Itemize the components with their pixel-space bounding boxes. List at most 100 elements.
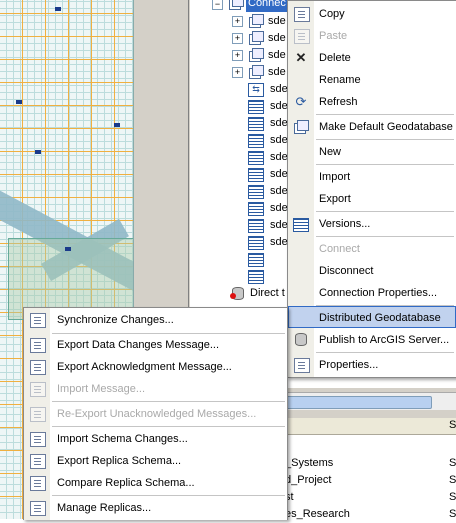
manage-replicas-icon bbox=[30, 501, 46, 516]
delete-icon: ✕ bbox=[295, 50, 307, 65]
tree-item-label: sde bbox=[270, 117, 288, 129]
menu-item-reexport-unacknowledged[interactable]: Re-Export Unacknowledged Messages... bbox=[24, 403, 287, 425]
publish-server-icon bbox=[293, 332, 307, 346]
horizontal-scrollbar[interactable] bbox=[285, 392, 456, 410]
menu-item-properties[interactable]: Properties... bbox=[288, 354, 456, 376]
tree-item-label: sde bbox=[270, 168, 288, 180]
expand-icon[interactable]: + bbox=[232, 16, 243, 27]
export-replica-schema-icon bbox=[30, 454, 46, 469]
export-acknowledgment-icon bbox=[30, 360, 46, 375]
table-icon bbox=[248, 185, 264, 199]
feature-dataset-icon bbox=[248, 65, 264, 79]
menu-item-export-replica-schema[interactable]: Export Replica Schema... bbox=[24, 450, 287, 472]
table-icon bbox=[248, 117, 264, 131]
list-item[interactable]: d_Project S bbox=[285, 472, 456, 489]
table-icon bbox=[248, 202, 264, 216]
tree-item-label: sde bbox=[270, 219, 288, 231]
menu-separator bbox=[316, 114, 454, 115]
table-icon bbox=[248, 151, 264, 165]
menu-item-export[interactable]: Export bbox=[288, 188, 456, 210]
copy-icon bbox=[294, 7, 310, 22]
distributed-geodatabase-submenu: Synchronize Changes... Export Data Chang… bbox=[23, 307, 288, 520]
expand-icon[interactable]: + bbox=[232, 67, 243, 78]
tree-item-label: sde bbox=[270, 83, 288, 95]
menu-item-paste[interactable]: Paste bbox=[288, 25, 456, 47]
menu-separator bbox=[52, 495, 285, 496]
feature-dataset-icon bbox=[248, 31, 264, 45]
expand-icon[interactable]: + bbox=[232, 33, 243, 44]
relationship-class-icon: ⇆ bbox=[248, 83, 264, 97]
menu-item-connect[interactable]: Connect bbox=[288, 238, 456, 260]
menu-item-rename[interactable]: Rename bbox=[288, 69, 456, 91]
menu-item-import-schema-changes[interactable]: Import Schema Changes... bbox=[24, 428, 287, 450]
collapse-icon[interactable]: − bbox=[212, 0, 223, 10]
menu-item-import[interactable]: Import bbox=[288, 166, 456, 188]
table-icon bbox=[248, 168, 264, 182]
map-marker bbox=[35, 150, 41, 154]
expand-icon[interactable]: + bbox=[232, 50, 243, 61]
menu-item-new[interactable]: New bbox=[288, 141, 456, 163]
list-item[interactable]: es_Research S bbox=[285, 506, 456, 523]
menu-separator bbox=[316, 139, 454, 140]
export-data-changes-icon bbox=[30, 338, 46, 353]
map-marker bbox=[16, 100, 22, 104]
menu-item-export-acknowledgment[interactable]: Export Acknowledgment Message... bbox=[24, 356, 287, 378]
paste-icon bbox=[294, 29, 310, 44]
menu-item-manage-replicas[interactable]: Manage Replicas... bbox=[24, 497, 287, 519]
menu-item-connection-properties[interactable]: Connection Properties... bbox=[288, 282, 456, 304]
menu-item-versions[interactable]: Versions... bbox=[288, 213, 456, 235]
database-connection-icon bbox=[228, 0, 244, 10]
import-message-icon bbox=[30, 382, 46, 397]
list-item-name: _Systems bbox=[285, 457, 334, 469]
map-marker bbox=[114, 123, 120, 127]
list-item[interactable]: _Systems S bbox=[285, 455, 456, 472]
menu-separator bbox=[316, 352, 454, 353]
map-marker bbox=[55, 7, 61, 11]
menu-item-make-default-geodatabase[interactable]: Make Default Geodatabase bbox=[288, 116, 456, 138]
table-icon bbox=[248, 236, 264, 250]
menu-item-publish-to-arcgis-server[interactable]: Publish to ArcGIS Server... bbox=[288, 329, 456, 351]
menu-item-synchronize-changes[interactable]: Synchronize Changes... bbox=[24, 309, 287, 331]
list-item-type: S bbox=[449, 457, 456, 469]
properties-icon bbox=[294, 358, 310, 373]
direct-connect-icon bbox=[230, 286, 244, 300]
list-item-name: es_Research bbox=[285, 508, 350, 520]
menu-item-import-message[interactable]: Import Message... bbox=[24, 378, 287, 400]
menu-item-export-data-changes[interactable]: Export Data Changes Message... bbox=[24, 334, 287, 356]
table-icon bbox=[248, 134, 264, 148]
menu-item-compare-replica-schema[interactable]: Compare Replica Schema... bbox=[24, 472, 287, 494]
refresh-icon: ⟳ bbox=[295, 94, 307, 109]
scrollbar-thumb[interactable] bbox=[285, 396, 432, 409]
tree-item-label: sde bbox=[268, 49, 286, 61]
table-icon bbox=[248, 270, 264, 284]
table-icon bbox=[248, 100, 264, 114]
menu-separator bbox=[316, 164, 454, 165]
list-item-type: S bbox=[449, 508, 456, 520]
tree-item-label: Direct t bbox=[250, 287, 285, 299]
tree-item-label: sde bbox=[268, 66, 286, 78]
menu-item-delete[interactable]: ✕ Delete bbox=[288, 47, 456, 69]
catalog-context-menu: Copy Paste ✕ Delete Rename ⟳ Refresh Mak… bbox=[287, 0, 456, 378]
menu-item-disconnect[interactable]: Disconnect bbox=[288, 260, 456, 282]
list-item-type: S bbox=[449, 491, 456, 503]
table-icon bbox=[248, 253, 264, 267]
tree-item-label: sde bbox=[270, 151, 288, 163]
menu-separator bbox=[316, 236, 454, 237]
versions-icon bbox=[293, 218, 309, 232]
synchronize-icon bbox=[30, 313, 46, 328]
menu-separator bbox=[52, 401, 285, 402]
feature-dataset-icon bbox=[248, 48, 264, 62]
tree-item-label: sde bbox=[268, 32, 286, 44]
tree-item-label: sde bbox=[270, 185, 288, 197]
compare-replica-schema-icon bbox=[30, 476, 46, 491]
menu-item-distributed-geodatabase[interactable]: Distributed Geodatabase bbox=[288, 306, 456, 328]
table-icon bbox=[248, 219, 264, 233]
tree-item-label: sde bbox=[268, 15, 286, 27]
list-header[interactable]: S bbox=[285, 418, 456, 435]
menu-item-copy[interactable]: Copy bbox=[288, 3, 456, 25]
menu-separator bbox=[316, 211, 454, 212]
column-header-type[interactable]: S bbox=[449, 419, 456, 431]
menu-item-refresh[interactable]: ⟳ Refresh bbox=[288, 91, 456, 113]
contents-list[interactable]: _Systems S d_Project S st S es_Research … bbox=[285, 435, 456, 520]
tree-item-label: sde bbox=[270, 100, 288, 112]
